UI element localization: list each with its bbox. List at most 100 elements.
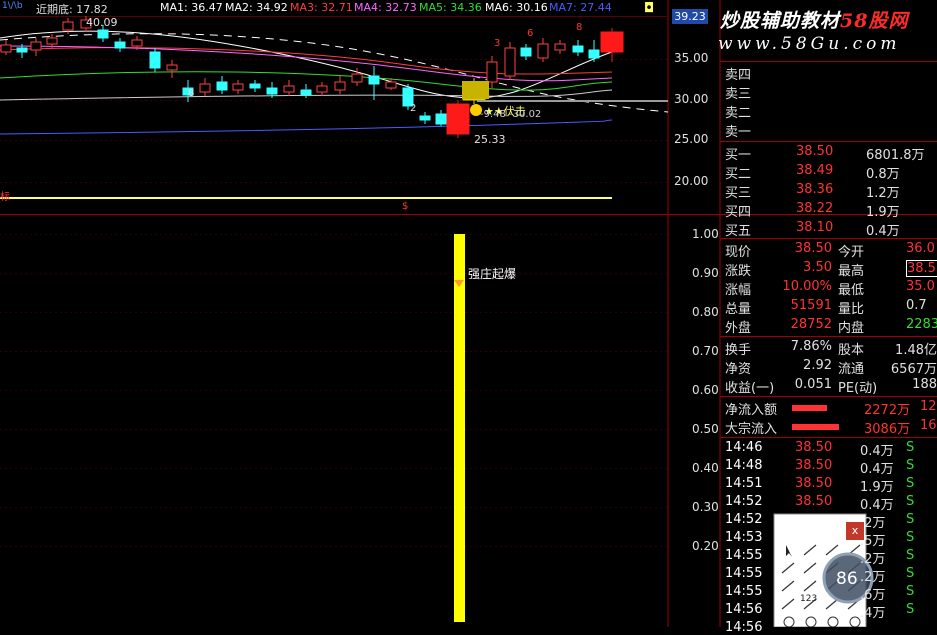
ma-line xyxy=(0,119,613,135)
candle-body xyxy=(554,43,566,51)
finance-value: 2.92 xyxy=(803,358,832,373)
ma4-label: MA4: 32.73 xyxy=(354,1,417,14)
tick-side: S xyxy=(906,476,915,491)
candle-body xyxy=(588,49,600,59)
buy-price: 38.10 xyxy=(796,220,834,235)
tick-volume: .2万 xyxy=(860,570,886,585)
tick-side: S xyxy=(906,584,915,599)
red-left-label: 标 xyxy=(0,192,10,203)
tick-side: S xyxy=(906,458,915,473)
buy-sub-label: -9.48 -30.02 xyxy=(480,109,542,120)
candle-body xyxy=(351,73,363,83)
tick-volume: 0.4万 xyxy=(860,462,894,477)
finance-key: 股本 xyxy=(838,343,865,358)
tick-time: 14:51 xyxy=(725,476,763,491)
tick-side: S xyxy=(906,494,915,509)
tick-price: 38.50 xyxy=(795,494,833,509)
buy-price: 38.49 xyxy=(796,163,834,178)
stat-value: 10.00% xyxy=(782,279,832,294)
candle-body xyxy=(419,115,431,121)
finance-key: 净资 xyxy=(725,362,752,377)
tick-volume: 0.4万 xyxy=(860,444,894,459)
stat-value: 2283 xyxy=(906,317,937,332)
stat-value: 35.0 xyxy=(906,279,935,294)
indicator-axis-label: 0.20 xyxy=(692,539,719,553)
flow-label: 大宗流入 xyxy=(725,422,778,437)
finance-value: 6567万 xyxy=(890,362,937,377)
toolbox-close-button[interactable]: x xyxy=(846,522,864,540)
candle-body xyxy=(0,44,12,53)
watermark: 炒股辅助教材58股网 www.58Gu.com xyxy=(710,2,937,60)
buy-level-label: 买四 xyxy=(725,205,752,220)
price-axis-label: 20.00 xyxy=(674,174,709,188)
finance-value: 7.86% xyxy=(790,339,832,354)
buy-volume: 1.2万 xyxy=(866,186,900,201)
buy-price: 38.22 xyxy=(796,201,834,216)
sell-level-label: 卖三 xyxy=(725,87,752,102)
flow-value: 2272万 xyxy=(864,403,911,418)
price-axis-label: 25.00 xyxy=(674,132,709,146)
count-label: 3 xyxy=(494,38,501,49)
sell-level-label: 卖一 xyxy=(725,125,752,140)
tick-side: S xyxy=(906,566,915,581)
flow-label: 净流入额 xyxy=(725,403,778,418)
flow-extra: 16 xyxy=(920,418,937,433)
tick-volume: .4万 xyxy=(860,606,886,621)
signal-block xyxy=(462,81,489,99)
finance-key: PE(动) xyxy=(838,381,878,396)
ma1-label: MA1: 36.47 xyxy=(160,1,223,14)
buy-level-label: 买一 xyxy=(725,148,752,163)
tick-volume: 0.4万 xyxy=(860,498,894,513)
tick-volume: 1.9万 xyxy=(860,480,894,495)
indicator-axis-label: 1.00 xyxy=(692,227,719,241)
candle-body xyxy=(199,83,211,93)
candle-body xyxy=(216,81,228,91)
candle-body xyxy=(572,45,584,53)
flow-bar xyxy=(792,424,839,430)
candle-body xyxy=(266,87,278,95)
candle-body xyxy=(600,31,624,53)
stat-key: 现价 xyxy=(725,245,752,260)
buy-volume: 0.4万 xyxy=(866,224,900,239)
stat-value: 28752 xyxy=(790,317,832,332)
price-axis-label: 30.00 xyxy=(674,92,709,106)
tick-time: 14:56 xyxy=(725,620,763,635)
ma7-label: MA7: 27.44 xyxy=(549,1,612,14)
candle-body xyxy=(520,47,532,57)
tick-time: 14:55 xyxy=(725,566,763,581)
indicator-axis-label: 0.40 xyxy=(692,461,719,475)
stat-key: 最高 xyxy=(838,264,865,279)
indicator-axis-label: 0.70 xyxy=(692,344,719,358)
badge-label: 86 xyxy=(836,569,858,589)
kline-chart[interactable] xyxy=(0,0,937,627)
finance-value: 188 xyxy=(912,377,937,392)
low-label: 25.33 xyxy=(474,133,506,146)
tick-volume: .6万 xyxy=(860,588,886,603)
candle-body xyxy=(385,81,397,89)
candle-body xyxy=(114,41,126,49)
buy-volume: 1.9万 xyxy=(866,205,900,220)
candle-body xyxy=(334,81,346,91)
indicator-axis-label: 0.30 xyxy=(692,500,719,514)
stat-value: 0.7 xyxy=(906,298,927,313)
finance-key: 换手 xyxy=(725,343,752,358)
stat-key: 总量 xyxy=(725,302,752,317)
pin-icon[interactable]: ◘ xyxy=(644,1,654,16)
ma6-label: MA6: 30.16 xyxy=(485,1,548,14)
finance-value: 0.051 xyxy=(794,377,832,392)
flow-bar xyxy=(792,405,827,411)
ma-line xyxy=(0,45,613,82)
tick-time: 14:48 xyxy=(725,458,763,473)
tick-side: S xyxy=(906,440,915,455)
tick-time: 14:55 xyxy=(725,584,763,599)
candle-body xyxy=(97,29,109,39)
tick-side: S xyxy=(906,602,915,617)
stat-key: 量比 xyxy=(838,302,865,317)
indicator-axis-label: 0.50 xyxy=(692,422,719,436)
stat-value: 38.5 xyxy=(906,260,937,277)
stat-key: 涨幅 xyxy=(725,283,752,298)
stat-key: 涨跌 xyxy=(725,264,752,279)
tick-side: S xyxy=(906,512,915,527)
stat-value: 3.50 xyxy=(803,260,832,275)
price-box: 39.23 xyxy=(672,9,708,24)
